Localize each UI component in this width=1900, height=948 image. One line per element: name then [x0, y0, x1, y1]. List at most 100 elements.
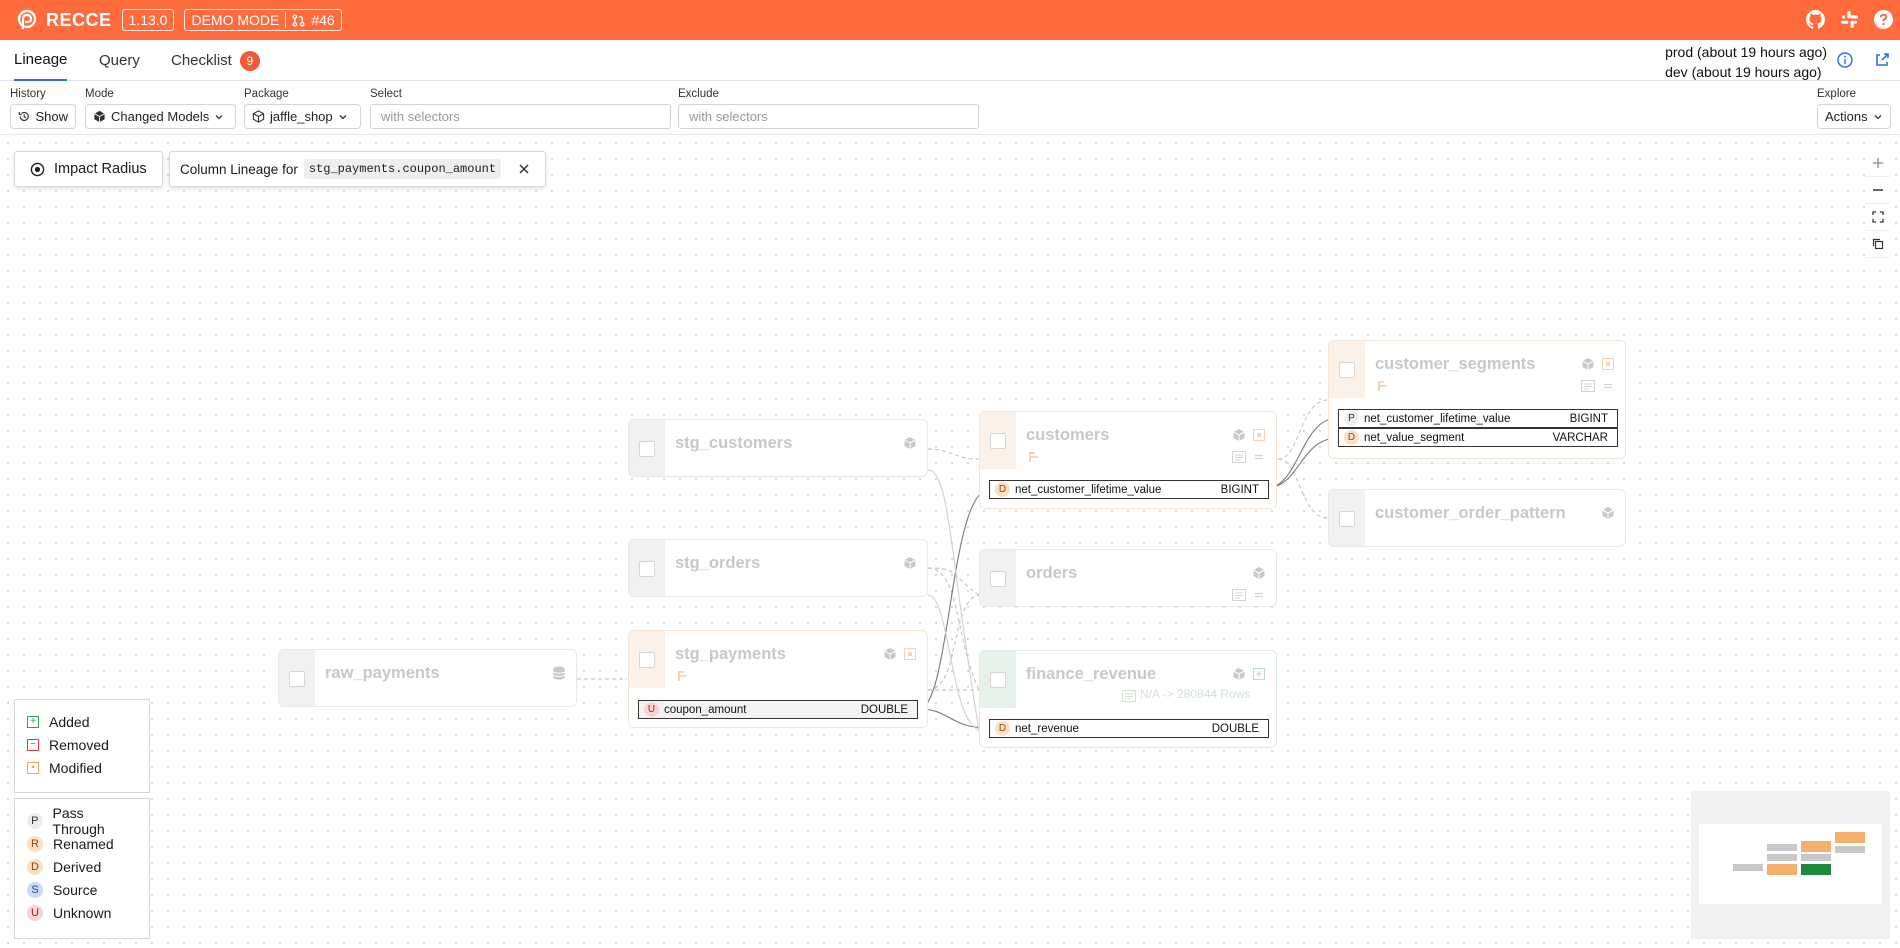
removed-icon: −: [27, 738, 39, 751]
minimap-node: [1733, 864, 1763, 871]
minimap-node: [1801, 854, 1831, 861]
node-checkbox[interactable]: [639, 652, 655, 668]
node-checkbox[interactable]: [639, 561, 655, 577]
target-icon: [30, 162, 45, 176]
node-checkbox[interactable]: [639, 441, 655, 457]
fit-view-icon[interactable]: [1865, 204, 1890, 231]
column-badge: U: [644, 702, 659, 717]
minimap-node: [1835, 832, 1865, 843]
unknown-badge: U: [27, 904, 43, 921]
minimap-viewport: [1699, 824, 1882, 904]
model-cube-icon: [901, 434, 919, 452]
pass-through-badge: P: [27, 812, 43, 829]
change-legend: + Added − Removed ▪ Modified: [14, 699, 150, 793]
node-finance-revenue[interactable]: finance_revenue N/A -> 280844 Rows D net…: [979, 650, 1277, 748]
added-icon: [1250, 665, 1268, 683]
node-stg-customers[interactable]: stg_customers: [628, 419, 928, 477]
node-checkbox[interactable]: [1339, 511, 1355, 527]
node-customer-segments[interactable]: customer_segments P net_customer_lifetim…: [1328, 340, 1626, 459]
model-cube-icon: [1579, 355, 1597, 373]
node-customers[interactable]: customers D net_customer_lifetime_value …: [979, 411, 1277, 509]
model-cube-icon: [1250, 564, 1268, 582]
legend-derived: D Derived: [27, 855, 137, 878]
node-raw-payments[interactable]: raw_payments: [278, 649, 577, 707]
close-icon[interactable]: [518, 163, 530, 175]
modified-icon: ▪: [27, 761, 39, 774]
columns-icon: [1230, 586, 1248, 604]
node-checkbox[interactable]: [990, 433, 1006, 449]
model-cube-icon: [1230, 665, 1248, 683]
column-type: VARCHAR: [1552, 431, 1608, 444]
column-type: BIGINT: [1569, 412, 1608, 425]
minimap[interactable]: [1691, 791, 1890, 939]
legend-pass-through: P Pass Through: [27, 805, 137, 837]
node-name: customer_order_pattern: [1375, 504, 1566, 522]
legend-label: Source: [53, 881, 98, 898]
equal-icon: [1599, 377, 1617, 395]
model-cube-icon: [1599, 504, 1617, 522]
column-name: net_customer_lifetime_value: [1015, 483, 1162, 496]
minimap-node: [1835, 846, 1865, 853]
node-name: raw_payments: [325, 664, 440, 682]
column-name: net_value_segment: [1364, 431, 1465, 444]
node-name: customers: [1026, 426, 1110, 444]
node-customer-order-pattern[interactable]: customer_order_pattern: [1328, 489, 1626, 547]
column-row-net-value-segment[interactable]: D net_value_segment VARCHAR: [1338, 428, 1618, 447]
copy-image-icon[interactable]: [1865, 231, 1890, 258]
column-type: DOUBLE: [1211, 722, 1259, 735]
node-checkbox[interactable]: [1339, 362, 1355, 378]
node-name: orders: [1026, 564, 1078, 582]
legend-label: Added: [49, 713, 90, 730]
minimap-node: [1801, 864, 1831, 875]
column-lineage-prefix: Column Lineage for: [180, 161, 298, 177]
column-lineage-target: stg_payments.coupon_amount: [303, 159, 502, 179]
model-cube-icon: [881, 645, 899, 663]
equal-icon: [1250, 448, 1268, 466]
column-badge: D: [1344, 430, 1359, 445]
column-badge: D: [995, 721, 1010, 736]
node-orders[interactable]: orders: [979, 549, 1277, 607]
zoom-controls: [1865, 150, 1890, 258]
legend-removed: − Removed: [27, 733, 137, 756]
column-row-net-revenue[interactable]: D net_revenue DOUBLE: [989, 719, 1269, 738]
legend-label: Pass Through: [52, 804, 105, 837]
impact-radius-button[interactable]: Impact Radius: [14, 151, 163, 187]
legend-label: Modified: [49, 759, 102, 776]
node-stg-orders[interactable]: stg_orders: [628, 539, 928, 597]
minimap-node: [1767, 864, 1797, 875]
legend-label: Unknown: [53, 904, 112, 921]
minimap-node: [1801, 841, 1831, 852]
added-icon: +: [27, 715, 39, 728]
minimap-node: [1767, 844, 1797, 851]
legend-source: S Source: [27, 878, 137, 901]
zoom-in-icon[interactable]: [1865, 150, 1890, 177]
lineage-branch-icon: [1374, 377, 1392, 395]
node-stg-payments[interactable]: stg_payments U coupon_amount DOUBLE: [628, 630, 928, 728]
modified-icon: [1250, 426, 1268, 444]
column-legend: P Pass Through R Renamed D Derived S Sou…: [14, 798, 150, 939]
column-name: net_customer_lifetime_value: [1364, 412, 1511, 425]
derived-badge: D: [27, 858, 43, 875]
column-badge: P: [1344, 411, 1359, 426]
node-name: stg_orders: [675, 554, 761, 572]
lineage-branch-icon: [1025, 448, 1043, 466]
source-badge: S: [27, 881, 43, 898]
modified-icon: [901, 645, 919, 663]
column-type: DOUBLE: [860, 703, 908, 716]
column-row-net-customer-lifetime-value[interactable]: D net_customer_lifetime_value BIGINT: [989, 480, 1269, 499]
node-checkbox[interactable]: [990, 571, 1006, 587]
row-count-text: N/A -> 280844 Rows: [1140, 687, 1251, 701]
column-name: coupon_amount: [664, 703, 747, 716]
columns-icon: [1579, 377, 1597, 395]
legend-modified: ▪ Modified: [27, 756, 137, 779]
node-checkbox[interactable]: [990, 672, 1006, 688]
column-row-coupon-amount[interactable]: U coupon_amount DOUBLE: [638, 700, 918, 719]
zoom-out-icon[interactable]: [1865, 177, 1890, 204]
column-row-net-customer-lifetime-value[interactable]: P net_customer_lifetime_value BIGINT: [1338, 409, 1618, 428]
columns-icon: [1230, 448, 1248, 466]
node-checkbox[interactable]: [289, 671, 305, 687]
node-name: stg_customers: [675, 434, 793, 452]
rows-icon: [1120, 687, 1138, 705]
legend-label: Removed: [49, 736, 109, 753]
legend-label: Derived: [53, 858, 102, 875]
